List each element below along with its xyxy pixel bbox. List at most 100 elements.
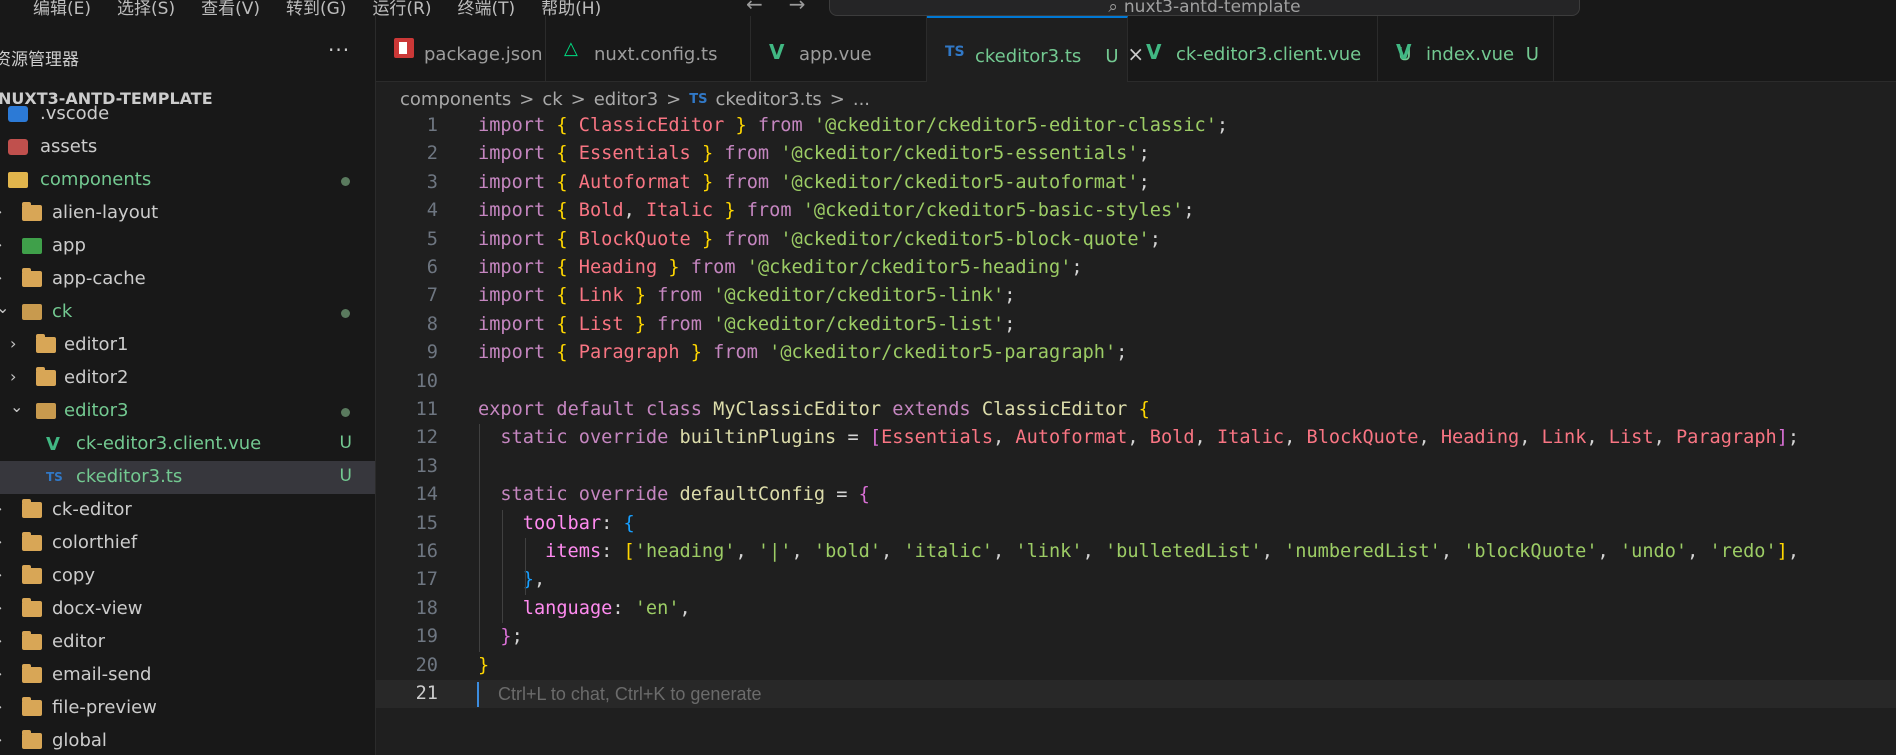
forward-arrow-icon[interactable]: → — [789, 0, 806, 16]
menu-item[interactable]: 帮助(H) — [541, 0, 601, 16]
tree-item-components[interactable]: components — [0, 164, 375, 197]
menu-item[interactable]: 编辑(E) — [33, 0, 91, 16]
tab-label: package.json — [424, 44, 543, 65]
menu-item[interactable]: 终端(T) — [458, 0, 516, 16]
code-text: static override defaultConfig = { — [500, 484, 870, 506]
code-text: import { Paragraph } from '@ckeditor/cke… — [478, 342, 1128, 364]
code-line[interactable]: 20} — [376, 652, 1896, 680]
code-line[interactable]: 15 toolbar: { — [376, 510, 1896, 538]
tree-item-email-send[interactable]: › email-send — [0, 659, 375, 692]
back-arrow-icon[interactable]: ← — [746, 0, 763, 16]
chevron-right-icon[interactable]: › — [10, 367, 16, 386]
chevron-right-icon[interactable]: › — [10, 334, 16, 353]
line-number: 9 — [426, 342, 438, 364]
code-line[interactable]: 13 — [376, 453, 1896, 481]
code-line[interactable]: 5 import { BlockQuote } from '@ckeditor/c… — [376, 226, 1896, 254]
tab-package-json[interactable]: package.json — [376, 16, 546, 82]
folder-icon — [22, 499, 42, 518]
tree-item-global[interactable]: › global — [0, 725, 375, 755]
chevron-right-icon[interactable]: › — [0, 268, 2, 287]
code-line[interactable]: 1 import { ClassicEditor } from '@ckedito… — [376, 112, 1896, 140]
code-editor[interactable]: 1 import { ClassicEditor } from '@ckedito… — [376, 112, 1896, 755]
menu-item[interactable]: 转到(G) — [286, 0, 346, 16]
code-line[interactable]: 11 export default class MyClassicEditor e… — [376, 396, 1896, 424]
tab-ck-editor3-client-vue[interactable]: Vck-editor3.client.vue U — [1128, 16, 1411, 82]
tree-item-assets[interactable]: assets — [0, 131, 375, 164]
code-line[interactable]: 19 }; — [376, 623, 1896, 651]
menu-item[interactable]: 选择(S) — [117, 0, 175, 16]
chevron-right-icon[interactable]: › — [0, 730, 2, 749]
tree-item-editor2[interactable]: › editor2 — [0, 362, 375, 395]
chevron-right-icon[interactable]: › — [0, 565, 2, 584]
breadcrumb-item[interactable]: ck — [542, 89, 562, 110]
chevron-down-icon[interactable]: ⌄ — [10, 397, 23, 416]
tree-item-label: global — [52, 730, 107, 751]
tab-nuxt-config-ts[interactable]: △ nuxt.config.ts — [546, 16, 751, 82]
tree-item-editor[interactable]: › editor — [0, 626, 375, 659]
file-tree: .vscode assets components › alien-layout › app… — [0, 103, 375, 755]
tree-item--vscode[interactable]: .vscode — [0, 98, 375, 131]
tree-item-ck[interactable]: ⌄ ck — [0, 296, 375, 329]
breadcrumb-item[interactable]: editor3 — [594, 89, 658, 110]
tree-item-label: colorthief — [52, 532, 138, 553]
menu-item[interactable]: 查看(V) — [201, 0, 260, 16]
code-line[interactable]: 4 import { Bold, Italic } from '@ckeditor… — [376, 197, 1896, 225]
code-line[interactable]: 7 import { Link } from '@ckeditor/ckedito… — [376, 282, 1896, 310]
tree-item-label: app — [52, 235, 86, 256]
breadcrumb-item[interactable]: ckeditor3.ts — [716, 89, 822, 110]
chevron-down-icon[interactable]: ⌄ — [0, 298, 9, 317]
menu-item[interactable]: ） — [0, 0, 7, 16]
code-line[interactable]: 21 Ctrl+L to chat, Ctrl+K to generate — [376, 680, 1896, 708]
command-center-text: nuxt3-antd-template — [1123, 0, 1301, 16]
code-line[interactable]: 12 static override builtinPlugins = [Ess… — [376, 424, 1896, 452]
tree-item-docx-view[interactable]: › docx-view — [0, 593, 375, 626]
tree-item-app-cache[interactable]: › app-cache — [0, 263, 375, 296]
tree-item-ck-editor3-client-vue[interactable]: Vck-editor3.client.vue U — [0, 428, 375, 461]
code-line[interactable]: 9 import { Paragraph } from '@ckeditor/ck… — [376, 339, 1896, 367]
command-center[interactable]: ⌕ nuxt3-antd-template — [829, 0, 1580, 16]
tab-ckeditor3-ts[interactable]: TS ckeditor3.ts U × — [927, 16, 1144, 82]
chevron-right-icon[interactable]: › — [0, 697, 2, 716]
tab-index-vue[interactable]: Vindex.vue U — [1378, 16, 1554, 82]
tree-item-editor3[interactable]: ⌄ editor3 — [0, 395, 375, 428]
code-line[interactable]: 8 import { List } from '@ckeditor/ckedito… — [376, 311, 1896, 339]
tree-item-file-preview[interactable]: › file-preview — [0, 692, 375, 725]
code-line[interactable]: 17 }, — [376, 566, 1896, 594]
folder-icon — [22, 565, 42, 584]
code-line[interactable]: 10 — [376, 368, 1896, 396]
tree-item-ck-editor[interactable]: › ck-editor — [0, 494, 375, 527]
breadcrumb-item[interactable]: components — [400, 89, 511, 110]
chevron-right-icon[interactable]: › — [0, 631, 2, 650]
code-line[interactable]: 16 items: ['heading', '|', 'bold', 'ital… — [376, 538, 1896, 566]
folder-icon — [36, 334, 56, 353]
chevron-right-icon[interactable]: › — [0, 202, 2, 221]
chevron-right-icon[interactable]: › — [0, 499, 2, 518]
chevron-right-icon[interactable]: › — [0, 664, 2, 683]
tree-item-label: copy — [52, 565, 95, 586]
tree-item-colorthief[interactable]: › colorthief — [0, 527, 375, 560]
code-line[interactable]: 14 static override defaultConfig = { — [376, 481, 1896, 509]
vue-icon: V — [769, 40, 785, 64]
tree-item-app[interactable]: › app — [0, 230, 375, 263]
tree-item-alien-layout[interactable]: › alien-layout — [0, 197, 375, 230]
code-line[interactable]: 18 language: 'en', — [376, 595, 1896, 623]
more-actions-icon[interactable]: ··· — [328, 38, 350, 62]
code-line[interactable]: 6 import { Heading } from '@ckeditor/cked… — [376, 254, 1896, 282]
navigation-arrows: ← → — [746, 0, 806, 16]
tree-item-ckeditor3-ts[interactable]: TS ckeditor3.ts U — [0, 461, 375, 494]
code-line[interactable]: 2 import { Essentials } from '@ckeditor/c… — [376, 140, 1896, 168]
chevron-right-icon[interactable]: › — [0, 235, 2, 254]
code-line[interactable]: 3 import { Autoformat } from '@ckeditor/c… — [376, 169, 1896, 197]
chevron-right-icon[interactable]: › — [0, 532, 2, 551]
tree-item-copy[interactable]: › copy — [0, 560, 375, 593]
code-text: import { Link } from '@ckeditor/ckeditor… — [478, 285, 1016, 307]
chevron-right-icon[interactable]: › — [0, 598, 2, 617]
tree-item-label: .vscode — [40, 103, 110, 124]
editor-tab-bar: package.json △ nuxt.config.ts Vapp.vue TS cke… — [376, 16, 1896, 82]
breadcrumb-item[interactable]: ... — [853, 89, 870, 110]
menu-item[interactable]: 运行(R) — [372, 0, 431, 16]
line-number: 13 — [415, 455, 438, 477]
code-text: }, — [522, 569, 546, 591]
tab-app-vue[interactable]: Vapp.vue — [751, 16, 927, 82]
tree-item-editor1[interactable]: › editor1 — [0, 329, 375, 362]
